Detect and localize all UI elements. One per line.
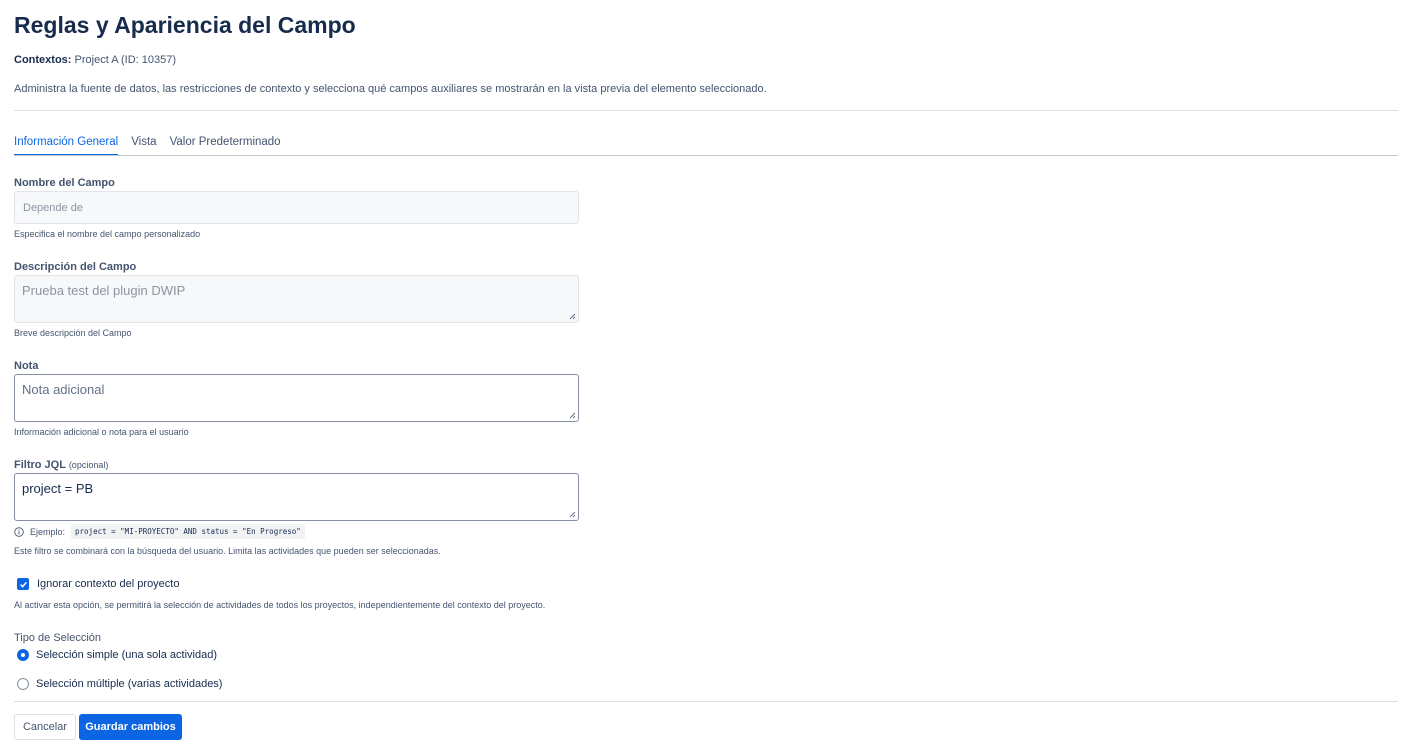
context-value: Project A (ID: 10357) [74, 54, 177, 66]
jql-label-text: Filtro JQL [14, 459, 66, 471]
tab-bar-divider [14, 155, 1398, 156]
footer-divider [14, 701, 1398, 702]
save-button[interactable]: Guardar cambios [79, 714, 182, 740]
tab-bar: Información General Vista Valor Predeter… [14, 134, 281, 156]
ignore-context-label: Ignorar contexto del proyecto [37, 578, 180, 590]
jql-help: Este filtro se combinará con la búsqueda… [14, 546, 441, 556]
field-description-textarea[interactable]: Prueba test del plugin DWIP [14, 275, 579, 323]
radio-multiple-selection[interactable]: Selección múltiple (varias actividades) [17, 678, 222, 690]
jql-example: Ejemplo: project = "MI-PROYECTO" AND sta… [14, 524, 305, 539]
resize-handle-icon[interactable] [569, 511, 576, 518]
jql-example-code: project = "MI-PROYECTO" AND status = "En… [71, 524, 305, 539]
ignore-context-help: Al activar esta opción, se permitirá la … [14, 600, 546, 610]
context-line: Contextos: Project A (ID: 10357) [14, 54, 176, 66]
page-description: Administra la fuente de datos, las restr… [14, 83, 767, 95]
ignore-context-row[interactable]: Ignorar contexto del proyecto [17, 578, 179, 590]
tab-default-value[interactable]: Valor Predeterminado [170, 134, 281, 156]
radio-single-label: Selección simple (una sola actividad) [36, 649, 217, 661]
context-label: Contextos: [14, 54, 72, 66]
radio-multiple-indicator[interactable] [17, 678, 29, 690]
note-label: Nota [14, 360, 39, 372]
jql-value: project = PB [22, 481, 94, 496]
field-description-help: Breve descripción del Campo [14, 328, 132, 338]
radio-single-indicator[interactable] [17, 649, 29, 661]
tab-general-info[interactable]: Información General [14, 134, 119, 156]
selection-type-label: Tipo de Selección [14, 632, 102, 644]
field-name-help: Especifica el nombre del campo personali… [14, 229, 201, 239]
radio-multiple-label: Selección múltiple (varias actividades) [36, 678, 223, 690]
field-name-input[interactable]: Depende de [14, 191, 579, 224]
note-textarea[interactable]: Nota adicional [14, 374, 579, 422]
jql-example-label: Ejemplo: [30, 526, 66, 537]
radio-single-selection[interactable]: Selección simple (una sola actividad) [17, 649, 217, 661]
note-help: Información adicional o nota para el usu… [14, 427, 189, 437]
jql-textarea[interactable]: project = PB [14, 473, 579, 521]
header-divider [14, 110, 1398, 111]
field-description-value: Prueba test del plugin DWIP [22, 283, 186, 298]
resize-handle-icon[interactable] [569, 313, 576, 320]
field-settings-page: Reglas y Apariencia del Campo Contextos:… [0, 0, 1409, 746]
ignore-context-checkbox[interactable] [17, 578, 29, 590]
jql-optional-tag: (opcional) [68, 460, 109, 470]
resize-handle-icon[interactable] [569, 412, 576, 419]
tab-view[interactable]: Vista [131, 134, 156, 156]
cancel-button[interactable]: Cancelar [14, 714, 76, 740]
field-description-label: Descripción del Campo [14, 261, 137, 273]
note-placeholder: Nota adicional [22, 382, 105, 397]
info-icon [14, 526, 24, 537]
field-name-value: Depende de [23, 201, 83, 214]
jql-label: Filtro JQL (opcional) [14, 459, 108, 471]
field-name-label: Nombre del Campo [14, 177, 115, 189]
page-title: Reglas y Apariencia del Campo [14, 12, 356, 38]
check-icon [19, 581, 27, 588]
